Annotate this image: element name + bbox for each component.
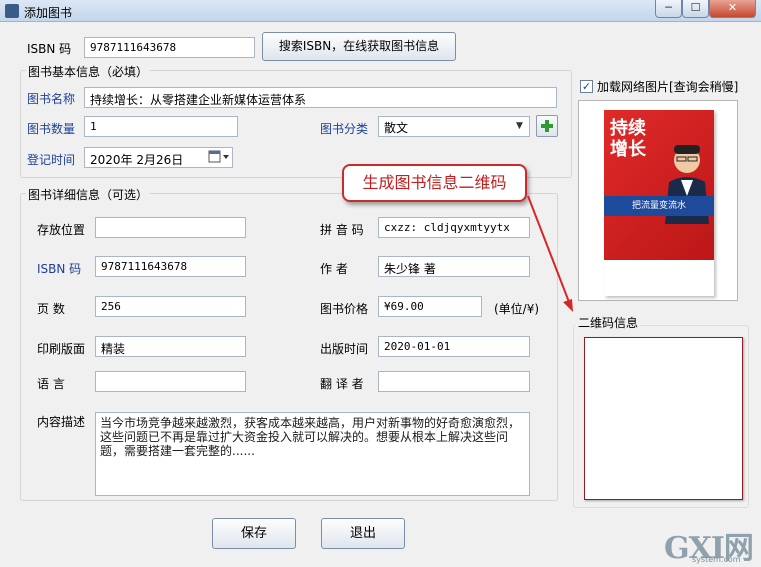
app-icon — [5, 4, 19, 18]
detail-info-title: 图书详细信息（可选） — [26, 186, 151, 203]
translator-label: 翻 译 者 — [320, 377, 364, 391]
pages-label: 页 数 — [37, 302, 65, 316]
book-category-label: 图书分类 — [320, 122, 369, 136]
load-image-checkbox[interactable]: ✓ — [580, 80, 593, 93]
calendar-icon[interactable] — [208, 150, 230, 164]
book-category-value: 散文 — [384, 121, 409, 135]
basic-info-title: 图书基本信息（必填） — [26, 63, 151, 80]
top-isbn-input[interactable]: 9787111643678 — [84, 37, 255, 58]
watermark-url: system.com — [692, 555, 741, 564]
book-cover-image: 持续增长 把流量变流水 — [604, 110, 714, 296]
book-category-select[interactable]: 散文 ▼ — [378, 116, 530, 137]
print-format-input[interactable]: 精装 — [95, 336, 246, 357]
language-label: 语 言 — [37, 377, 65, 391]
qr-code-area — [584, 337, 743, 500]
description-textarea[interactable]: 当今市场竞争越来越激烈，获客成本越来越高，用户对新事物的好奇愈演愈烈，这些问题已… — [95, 412, 530, 496]
translator-input[interactable] — [378, 371, 530, 392]
search-isbn-button[interactable]: 搜索ISBN，在线获取图书信息 — [262, 32, 456, 61]
book-qty-input[interactable]: 1 — [84, 116, 238, 137]
reg-date-value: 2020年 2月26日 — [90, 153, 184, 167]
title-bar: 添加图书 ─ ☐ ✕ — [0, 0, 761, 22]
cover-band: 把流量变流水 — [604, 196, 714, 216]
pub-date-label: 出版时间 — [320, 342, 369, 356]
minimize-button[interactable]: ─ — [655, 0, 682, 18]
plus-icon — [541, 120, 553, 132]
price-input[interactable]: ¥69.00 — [378, 296, 482, 317]
site-watermark: GXI网 system.com — [662, 523, 761, 566]
price-unit-label: (单位/¥) — [494, 302, 540, 316]
book-name-label: 图书名称 — [27, 92, 76, 106]
maximize-button[interactable]: ☐ — [682, 0, 709, 18]
detail-isbn-label: ISBN 码 — [37, 262, 82, 276]
price-label: 图书价格 — [320, 302, 369, 316]
chevron-down-icon: ▼ — [516, 121, 523, 131]
description-label: 内容描述 — [37, 415, 86, 429]
qr-callout: 生成图书信息二维码 — [342, 164, 527, 202]
exit-button[interactable]: 退出 — [321, 518, 405, 549]
window-title: 添加图书 — [24, 6, 73, 20]
load-image-label: 加载网络图片[查询会稍慢] — [597, 80, 739, 94]
location-label: 存放位置 — [37, 223, 86, 237]
book-name-input[interactable]: 持续增长：从零搭建企业新媒体运营体系 — [84, 87, 557, 108]
save-button[interactable]: 保存 — [212, 518, 296, 549]
add-category-button[interactable] — [536, 115, 558, 137]
cover-title: 持续增长 — [610, 118, 646, 160]
top-isbn-label: ISBN 码 — [27, 42, 72, 56]
detail-isbn-input[interactable]: 9787111643678 — [95, 256, 246, 277]
cover-footer — [604, 260, 714, 296]
author-input[interactable]: 朱少锋 著 — [378, 256, 530, 277]
close-button[interactable]: ✕ — [709, 0, 756, 18]
reg-date-label: 登记时间 — [27, 153, 76, 167]
print-format-label: 印刷版面 — [37, 342, 86, 356]
location-input[interactable] — [95, 217, 246, 238]
book-cover-frame: 持续增长 把流量变流水 — [578, 100, 738, 301]
pages-input[interactable]: 256 — [95, 296, 246, 317]
language-input[interactable] — [95, 371, 246, 392]
author-label: 作 者 — [320, 262, 348, 276]
pub-date-input[interactable]: 2020-01-01 — [378, 336, 530, 357]
qr-info-title: 二维码信息 — [576, 314, 641, 331]
pinyin-input[interactable]: cxzz: cldjqyxmtyytx — [378, 217, 530, 238]
pinyin-label: 拼 音 码 — [320, 223, 364, 237]
book-qty-label: 图书数量 — [27, 122, 76, 136]
